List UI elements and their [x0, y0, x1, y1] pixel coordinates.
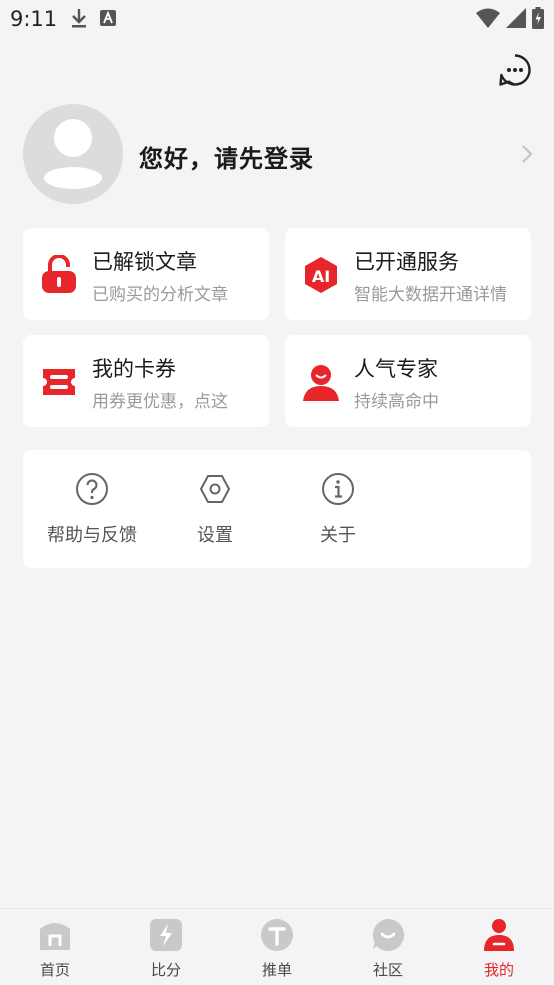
card-subtitle: 智能大数据开通详情	[354, 285, 507, 305]
tab-label: 我的	[483, 961, 514, 979]
unlock-icon	[42, 255, 76, 293]
help-icon	[76, 473, 108, 505]
card-title: 已解锁文章	[92, 250, 197, 274]
settings-icon	[200, 475, 230, 503]
download-icon	[72, 9, 86, 28]
tab-label: 推单	[261, 961, 292, 979]
tool-label: 设置	[197, 525, 233, 546]
wifi-icon	[476, 8, 500, 28]
default-avatar-icon	[44, 119, 102, 189]
login-prompt[interactable]: 您好，请先登录	[139, 139, 314, 174]
ai-badge-icon: AI	[305, 257, 337, 293]
tab-score[interactable]: 比分	[111, 917, 221, 980]
community-icon	[372, 918, 405, 951]
card-subtitle: 用券更优惠，点这	[92, 392, 228, 412]
card-title: 已开通服务	[354, 250, 459, 274]
card-subtitle: 持续高命中	[354, 392, 439, 412]
tab-community[interactable]: 社区	[333, 917, 443, 980]
tools-panel: 帮助与反馈 设置 关于	[23, 450, 531, 568]
profile-login-row[interactable]: 您好，请先登录	[23, 104, 533, 204]
card-popular-experts[interactable]: 人气专家 持续高命中	[285, 335, 531, 427]
tab-label: 首页	[39, 961, 70, 979]
app-notification-icon	[100, 10, 116, 26]
cell-signal-icon	[506, 8, 526, 28]
avatar[interactable]	[23, 104, 123, 204]
ai-badge-text: AI	[312, 267, 330, 286]
ticket-icon	[43, 369, 75, 395]
tab-label: 比分	[150, 961, 181, 979]
tab-profile[interactable]: 我的	[444, 917, 554, 980]
status-time: 9:11	[10, 7, 58, 31]
home-icon	[40, 923, 70, 950]
battery-icon	[532, 7, 544, 29]
profile-icon	[484, 919, 514, 951]
chevron-right-icon	[522, 145, 533, 163]
tab-label: 社区	[372, 961, 403, 979]
info-icon	[322, 473, 354, 505]
about-button[interactable]: 关于	[283, 472, 393, 547]
card-title: 我的卡券	[92, 357, 176, 381]
score-icon	[150, 919, 182, 951]
tab-home[interactable]: 首页	[0, 917, 110, 980]
card-subtitle: 已购买的分析文章	[92, 285, 228, 305]
message-icon[interactable]	[498, 53, 532, 87]
recommend-icon	[261, 919, 293, 951]
card-subscribed-services[interactable]: AI 已开通服务 智能大数据开通详情	[285, 228, 531, 320]
tool-label: 帮助与反馈	[47, 525, 137, 546]
card-my-coupons[interactable]: 我的卡券 用券更优惠，点这	[23, 335, 269, 427]
expert-icon	[303, 365, 339, 401]
card-unlocked-articles[interactable]: 已解锁文章 已购买的分析文章	[23, 228, 269, 320]
status-bar: 9:11	[0, 0, 554, 40]
bottom-tab-bar: 首页 比分 推单 社区 我的	[0, 908, 554, 985]
tool-label: 关于	[320, 525, 356, 546]
tab-recommend[interactable]: 推单	[222, 917, 332, 980]
settings-button[interactable]: 设置	[160, 472, 270, 547]
help-feedback-button[interactable]: 帮助与反馈	[37, 472, 147, 547]
card-title: 人气专家	[354, 357, 438, 381]
